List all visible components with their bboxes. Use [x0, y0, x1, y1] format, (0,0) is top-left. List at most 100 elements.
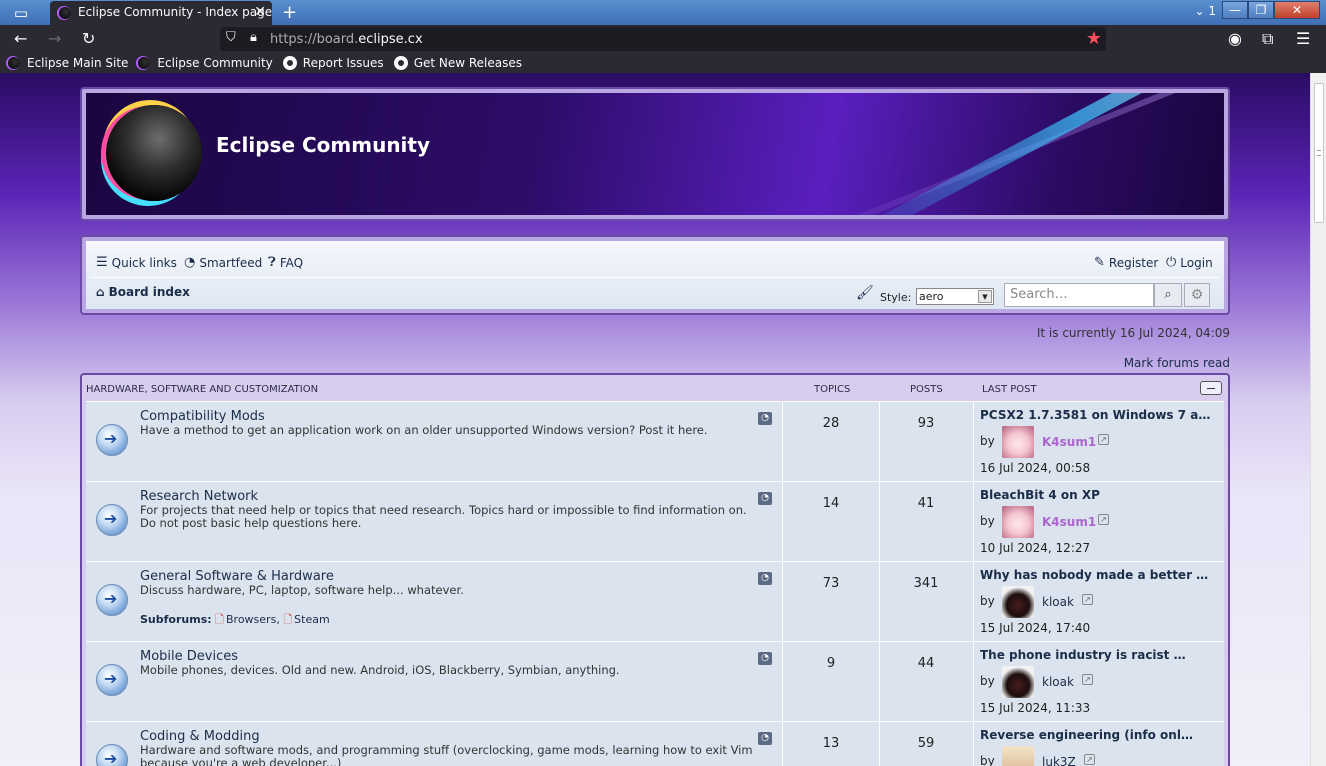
quick-links-menu[interactable]: ☰ Quick links — [96, 255, 177, 270]
breadcrumb-board-index[interactable]: ⌂ Board index — [96, 285, 190, 299]
avatar[interactable] — [1002, 746, 1034, 766]
last-post-user[interactable]: K4sum1 — [1042, 435, 1096, 449]
feed-icon[interactable]: ◔ — [758, 412, 772, 425]
search-icon: ⌕ — [1164, 287, 1172, 302]
bookmark-get-new-releases[interactable]: Get New Releases — [393, 53, 523, 73]
login-link[interactable]: ⏻ Login — [1166, 255, 1213, 270]
bookmarks-toolbar: Eclipse Main Site Eclipse Community Repo… — [0, 53, 1326, 73]
close-window-icon[interactable]: ✕ — [1274, 1, 1320, 19]
back-icon[interactable]: ← — [14, 29, 27, 48]
last-post-date: 15 Jul 2024, 11:33 — [980, 701, 1091, 715]
scrollbar-thumb[interactable] — [1314, 83, 1324, 223]
topic-count: 28 — [822, 416, 840, 431]
bookmark-star-icon[interactable]: ★ — [1086, 28, 1102, 49]
maximize-icon[interactable]: ❐ — [1248, 1, 1274, 19]
gear-icon: ⚙ — [1190, 287, 1204, 303]
avatar[interactable] — [1002, 586, 1034, 618]
feed-icon[interactable]: ◔ — [758, 652, 772, 665]
bookmark-eclipse-main[interactable]: Eclipse Main Site — [8, 53, 128, 73]
mark-forums-read-link[interactable]: Mark forums read — [1124, 356, 1230, 370]
tab-list-icon[interactable]: ▭ — [8, 3, 34, 23]
github-icon — [282, 56, 297, 70]
forum-read-icon — [96, 744, 128, 766]
subforum-link-browsers[interactable]: Browsers — [226, 613, 276, 626]
site-logo[interactable] — [106, 105, 202, 201]
register-label: Register — [1108, 255, 1159, 270]
home-icon: ⌂ — [96, 285, 105, 299]
bookmark-eclipse-community[interactable]: Eclipse Community — [138, 53, 273, 73]
chevron-down-icon: ▼ — [978, 290, 992, 303]
page-scrollbar[interactable] — [1310, 73, 1326, 766]
site-title[interactable]: Eclipse Community — [216, 133, 430, 157]
bookmark-label: Eclipse Community — [157, 56, 273, 70]
feed-icon[interactable]: ◔ — [758, 572, 772, 585]
new-tab-icon[interactable]: + — [282, 2, 297, 23]
last-post-title[interactable]: PCSX2 1.7.3581 on Windows 7 a… — [980, 408, 1210, 422]
reload-icon[interactable]: ↻ — [82, 29, 95, 48]
collapse-category-button[interactable] — [1200, 381, 1222, 395]
forum-title[interactable]: Compatibility Mods — [140, 409, 265, 424]
category-title[interactable]: HARDWARE, SOFTWARE AND CUSTOMIZATION — [86, 384, 318, 395]
col-topics-header: TOPICS — [814, 384, 851, 395]
column-separator — [782, 642, 783, 722]
last-post-user[interactable]: kloak — [1042, 595, 1074, 609]
lock-icon[interactable]: 🔒︎ — [250, 30, 257, 45]
faq-label: FAQ — [279, 255, 304, 270]
rss-icon: ◔ — [184, 255, 196, 270]
bookmark-label: Get New Releases — [413, 56, 523, 70]
goto-last-post-icon[interactable]: ↗ — [1098, 434, 1109, 445]
last-post-user[interactable]: luk3Z — [1042, 755, 1076, 766]
topic-count: 13 — [822, 736, 840, 751]
forum-title[interactable]: Research Network — [140, 489, 258, 504]
last-post-user[interactable]: kloak — [1042, 675, 1074, 689]
smartfeed-link[interactable]: ◔ Smartfeed — [184, 255, 262, 270]
bookmark-report-issues[interactable]: Report Issues — [282, 53, 384, 73]
subforum-link-steam[interactable]: Steam — [294, 613, 330, 626]
advanced-search-button[interactable]: ⚙ — [1184, 283, 1210, 307]
last-post-by: by — [980, 434, 995, 448]
account-icon[interactable]: ◉ — [1228, 29, 1242, 48]
last-post-title[interactable]: Reverse engineering (info onl… — [980, 728, 1193, 742]
post-count: 41 — [917, 496, 935, 511]
menu-icon[interactable]: ☰ — [1296, 29, 1310, 48]
forum-row: Research Network For projects that need … — [86, 481, 1224, 562]
forum-description: Mobile phones, devices. Old and new. And… — [140, 663, 620, 677]
forum-category-panel: HARDWARE, SOFTWARE AND CUSTOMIZATION TOP… — [80, 373, 1230, 766]
column-separator — [879, 642, 880, 722]
avatar[interactable] — [1002, 666, 1034, 698]
goto-last-post-icon[interactable]: ↗ — [1082, 594, 1093, 605]
last-post-title[interactable]: Why has nobody made a better … — [980, 568, 1208, 582]
feed-icon[interactable]: ◔ — [758, 492, 772, 505]
last-post-title[interactable]: BleachBit 4 on XP — [980, 488, 1100, 502]
last-post-user[interactable]: K4sum1 — [1042, 515, 1096, 529]
goto-last-post-icon[interactable]: ↗ — [1098, 514, 1109, 525]
tracking-shield-icon[interactable]: ⛉ — [226, 30, 236, 45]
url-prefix: https://board. — [270, 32, 359, 47]
url-bar[interactable]: ⛉ 🔒︎ https://board.eclipse.cx ★ — [220, 27, 1106, 51]
column-separator — [973, 642, 974, 722]
forum-title[interactable]: Mobile Devices — [140, 649, 238, 664]
search-button[interactable]: ⌕ — [1154, 283, 1182, 307]
post-count: 59 — [917, 736, 935, 751]
goto-last-post-icon[interactable]: ↗ — [1084, 754, 1095, 765]
url-domain: eclipse.cx — [358, 32, 423, 47]
minimize-icon[interactable]: — — [1222, 1, 1248, 19]
avatar[interactable] — [1002, 426, 1034, 458]
forward-icon[interactable]: → — [48, 29, 61, 48]
goto-last-post-icon[interactable]: ↗ — [1082, 674, 1093, 685]
tab-close-icon[interactable]: ✕ — [254, 1, 266, 24]
tab-eclipse-community[interactable]: Eclipse Community - Index page ✕ — [50, 1, 272, 25]
eclipse-icon — [8, 57, 20, 69]
last-post-title[interactable]: The phone industry is racist … — [980, 648, 1186, 662]
search-input[interactable]: Search… — [1004, 283, 1154, 307]
forum-title[interactable]: General Software & Hardware — [140, 569, 334, 584]
tab-overflow-indicator[interactable]: ⌄ 1 — [1194, 4, 1216, 18]
avatar[interactable] — [1002, 506, 1034, 538]
style-select[interactable]: aero ▼ — [916, 288, 994, 305]
forum-title[interactable]: Coding & Modding — [140, 729, 260, 744]
register-link[interactable]: ✎ Register — [1094, 255, 1158, 270]
feed-icon[interactable]: ◔ — [758, 732, 772, 745]
extensions-icon[interactable]: ⧉ — [1262, 29, 1273, 49]
last-post-by: by — [980, 754, 995, 766]
faq-link[interactable]: ❓︎ FAQ — [268, 255, 303, 270]
